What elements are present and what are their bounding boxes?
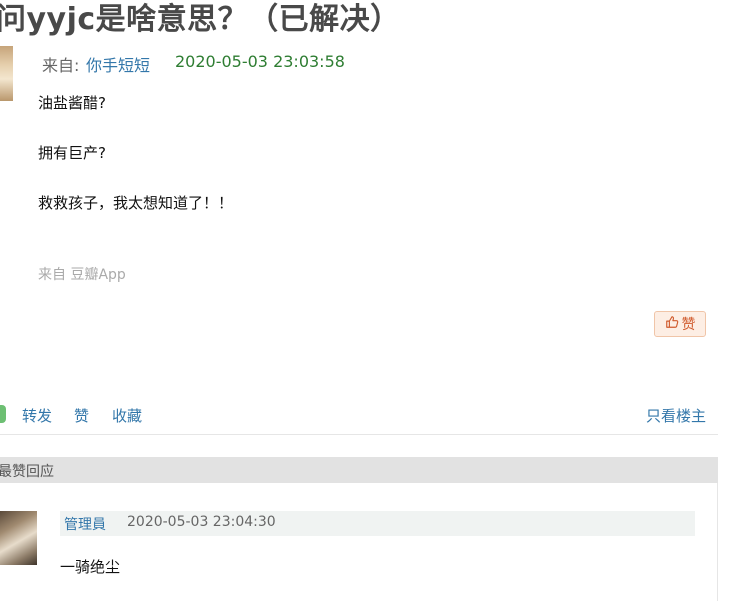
from-label: 来自: [42, 56, 80, 75]
collect-link[interactable]: 收藏 [112, 405, 142, 426]
post-source: 来自 豆瓣App [38, 267, 126, 283]
author-avatar[interactable] [0, 46, 13, 101]
like-link[interactable]: 赞 [74, 405, 89, 426]
thumbs-up-icon [665, 315, 679, 333]
reply-author-link[interactable]: 管理員 [64, 514, 106, 534]
divider [717, 483, 718, 601]
post-line: 救救孩子，我太想知道了！！ [38, 194, 234, 212]
like-button[interactable]: 赞 [654, 311, 706, 337]
status-tag [0, 405, 6, 423]
post-time: 2020-05-03 23:03:58 [175, 52, 345, 71]
reply-time: 2020-05-03 23:04:30 [127, 514, 276, 530]
like-button-label: 赞 [681, 317, 696, 333]
post-line: 拥有巨产? [38, 144, 106, 162]
post-title: 问yyjc是啥意思？（已解决） [0, 2, 401, 37]
reply-text: 一骑绝尘 [60, 558, 121, 576]
reply-avatar[interactable] [0, 511, 37, 565]
replies-section-title: 最赞回应 [0, 464, 54, 480]
share-link[interactable]: 转发 [22, 405, 52, 426]
only-op-link[interactable]: 只看楼主 [646, 405, 706, 426]
divider [0, 434, 718, 435]
replies-section-header: 最赞回应 [0, 457, 718, 483]
author-link[interactable]: 你手短短 [86, 52, 150, 76]
post-line: 油盐酱醋? [38, 94, 106, 112]
